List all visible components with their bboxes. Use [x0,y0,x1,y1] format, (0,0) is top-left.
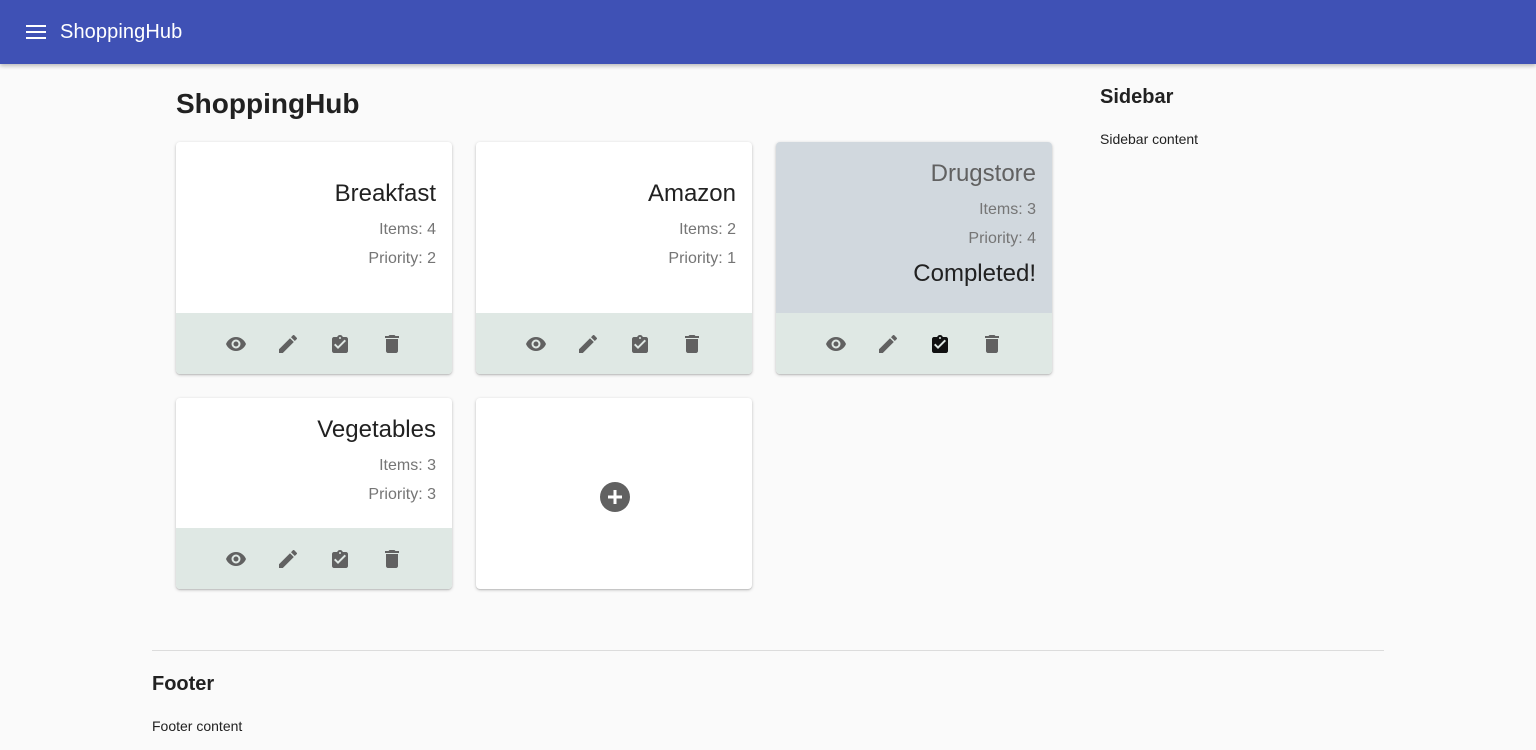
add-circle-icon[interactable] [600,482,630,512]
card-actions [176,528,452,589]
card-name: Breakfast [334,180,436,207]
edit-icon[interactable] [276,332,300,356]
card-actions [776,313,1052,374]
sidebar-content: Sidebar content [1100,131,1199,147]
delete-icon[interactable] [380,332,404,356]
add-list-card[interactable] [476,398,752,589]
list-card-drugstore[interactable]: Drugstore Items: 3 Priority: 4 Completed… [776,142,1052,374]
card-actions [476,313,752,374]
sidebar-title: Sidebar [1100,86,1174,108]
delete-icon[interactable] [680,332,704,356]
list-card-vegetables[interactable]: Vegetables Items: 3 Priority: 3 [176,398,452,589]
list-card-breakfast[interactable]: Breakfast Items: 4 Priority: 2 [176,142,452,374]
card-priority: Priority: 1 [668,250,736,267]
card-name: Drugstore [930,160,1036,187]
delete-icon[interactable] [380,547,404,571]
edit-icon[interactable] [876,332,900,356]
view-icon[interactable] [224,332,248,356]
complete-icon[interactable] [328,547,352,571]
list-card-amazon[interactable]: Amazon Items: 2 Priority: 1 [476,142,752,374]
view-icon[interactable] [524,332,548,356]
card-priority: Priority: 3 [368,486,436,503]
complete-icon[interactable] [328,332,352,356]
card-items: Items: 2 [679,221,736,238]
footer-title: Footer [152,673,215,695]
page-title: ShoppingHub [176,88,360,119]
app-title[interactable]: ShoppingHub [60,21,182,44]
card-items: Items: 3 [379,457,436,474]
view-icon[interactable] [224,547,248,571]
footer-content: Footer content [152,718,243,734]
card-priority: Priority: 4 [968,230,1036,247]
app-bar: ShoppingHub [0,0,1536,64]
view-icon[interactable] [824,332,848,356]
edit-icon[interactable] [276,547,300,571]
card-name: Vegetables [317,416,436,443]
card-items: Items: 3 [979,201,1036,218]
card-items: Items: 4 [379,221,436,238]
completed-label: Completed! [913,260,1036,287]
card-actions [176,313,452,374]
complete-icon[interactable] [628,332,652,356]
menu-icon[interactable] [24,20,48,44]
complete-icon[interactable] [928,332,952,356]
card-name: Amazon [647,180,736,207]
delete-icon[interactable] [980,332,1004,356]
edit-icon[interactable] [576,332,600,356]
footer: Footer Footer content [152,650,1384,734]
card-priority: Priority: 2 [368,250,436,267]
